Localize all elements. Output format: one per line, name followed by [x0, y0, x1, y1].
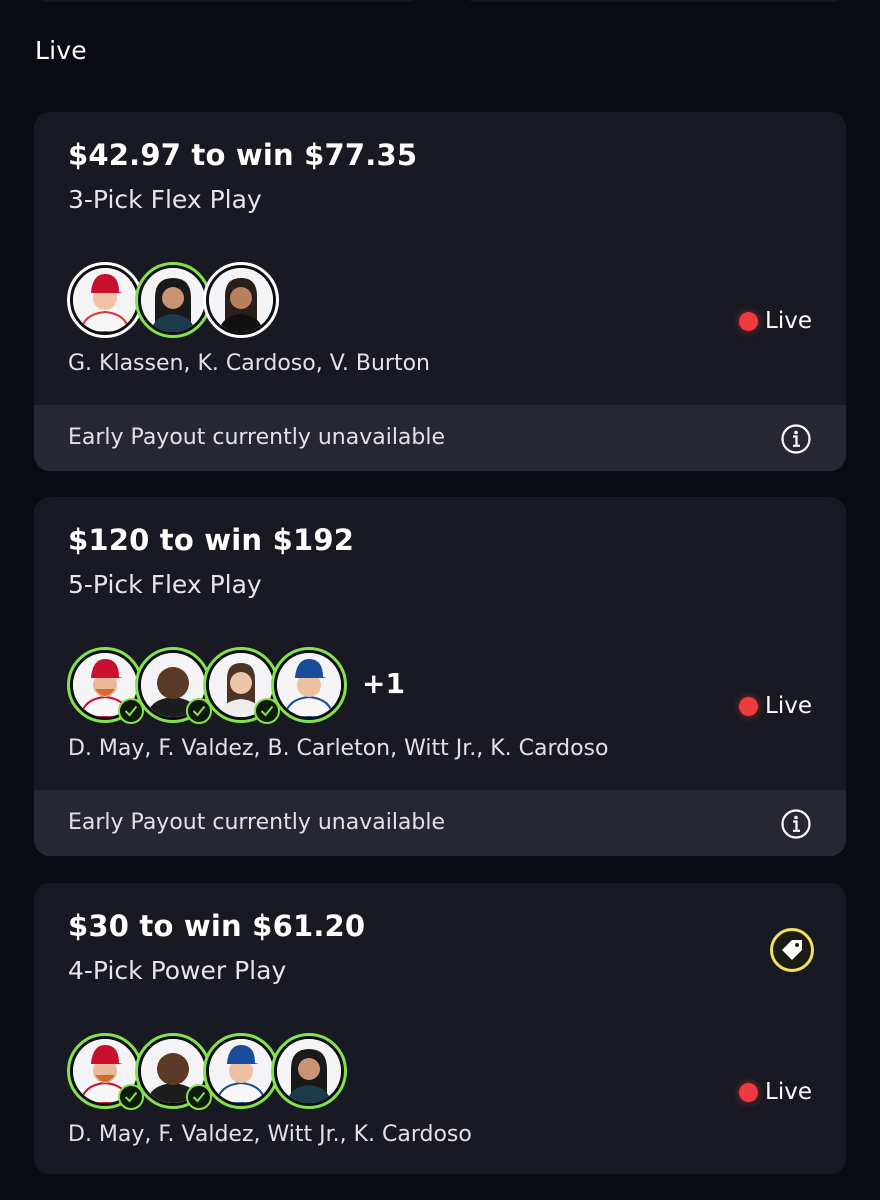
- live-label: Live: [765, 308, 812, 334]
- info-icon[interactable]: [780, 808, 812, 840]
- early-payout-bar[interactable]: Early Payout currently unavailable: [34, 405, 846, 471]
- player-avatars: [67, 1033, 427, 1110]
- player-avatar: [203, 1033, 279, 1109]
- live-label: Live: [765, 693, 812, 719]
- player-avatar: [67, 647, 144, 724]
- player-avatar: [271, 647, 347, 723]
- early-payout-text: Early Payout currently unavailable: [68, 425, 446, 450]
- player-names: D. May, F. Valdez, B. Carleton, Witt Jr.…: [68, 736, 609, 761]
- early-payout-bar[interactable]: Early Payout currently unavailable: [34, 790, 846, 856]
- more-players-count: +1: [362, 667, 405, 700]
- live-entries-screen: Live $42.97 to win $77.35 3-Pick Flex Pl…: [0, 0, 880, 1200]
- entry-card[interactable]: $42.97 to win $77.35 3-Pick Flex Play Li…: [34, 112, 846, 471]
- player-avatar: [135, 262, 211, 338]
- player-avatars: [67, 262, 427, 338]
- live-label: Live: [765, 1079, 812, 1105]
- entry-title: $30 to win $61.20: [68, 909, 366, 943]
- info-icon[interactable]: [780, 423, 812, 455]
- previous-card-stub: [34, 0, 420, 2]
- entry-title: $42.97 to win $77.35: [68, 138, 418, 172]
- live-dot-icon: [739, 311, 759, 331]
- entry-subtitle: 4-Pick Power Play: [68, 956, 287, 985]
- entry-card[interactable]: $30 to win $61.20 4-Pick Power Play Live…: [34, 883, 846, 1174]
- entry-title: $120 to win $192: [68, 523, 355, 557]
- entry-card[interactable]: $120 to win $192 5-Pick Flex Play +1 Liv…: [34, 497, 846, 856]
- entry-subtitle: 5-Pick Flex Play: [68, 570, 262, 599]
- player-avatars: +1: [67, 647, 427, 724]
- live-dot-icon: [739, 696, 759, 716]
- player-avatar: [271, 1033, 347, 1109]
- player-avatar: [135, 647, 212, 724]
- live-status: Live: [739, 693, 812, 719]
- player-avatar: [67, 1033, 144, 1110]
- early-payout-text: Early Payout currently unavailable: [68, 810, 446, 835]
- player-avatar: [203, 647, 280, 724]
- live-dot-icon: [739, 1082, 759, 1102]
- live-status: Live: [739, 1079, 812, 1105]
- player-avatar: [67, 262, 143, 338]
- player-avatar: [203, 262, 279, 338]
- previous-card-stub: [462, 0, 846, 2]
- player-names: D. May, F. Valdez, Witt Jr., K. Cardoso: [68, 1122, 472, 1147]
- player-names: G. Klassen, K. Cardoso, V. Burton: [68, 351, 431, 376]
- price-tag-icon[interactable]: [770, 928, 814, 972]
- live-status: Live: [739, 308, 812, 334]
- section-title: Live: [35, 36, 87, 65]
- entry-subtitle: 3-Pick Flex Play: [68, 185, 262, 214]
- player-avatar: [135, 1033, 212, 1110]
